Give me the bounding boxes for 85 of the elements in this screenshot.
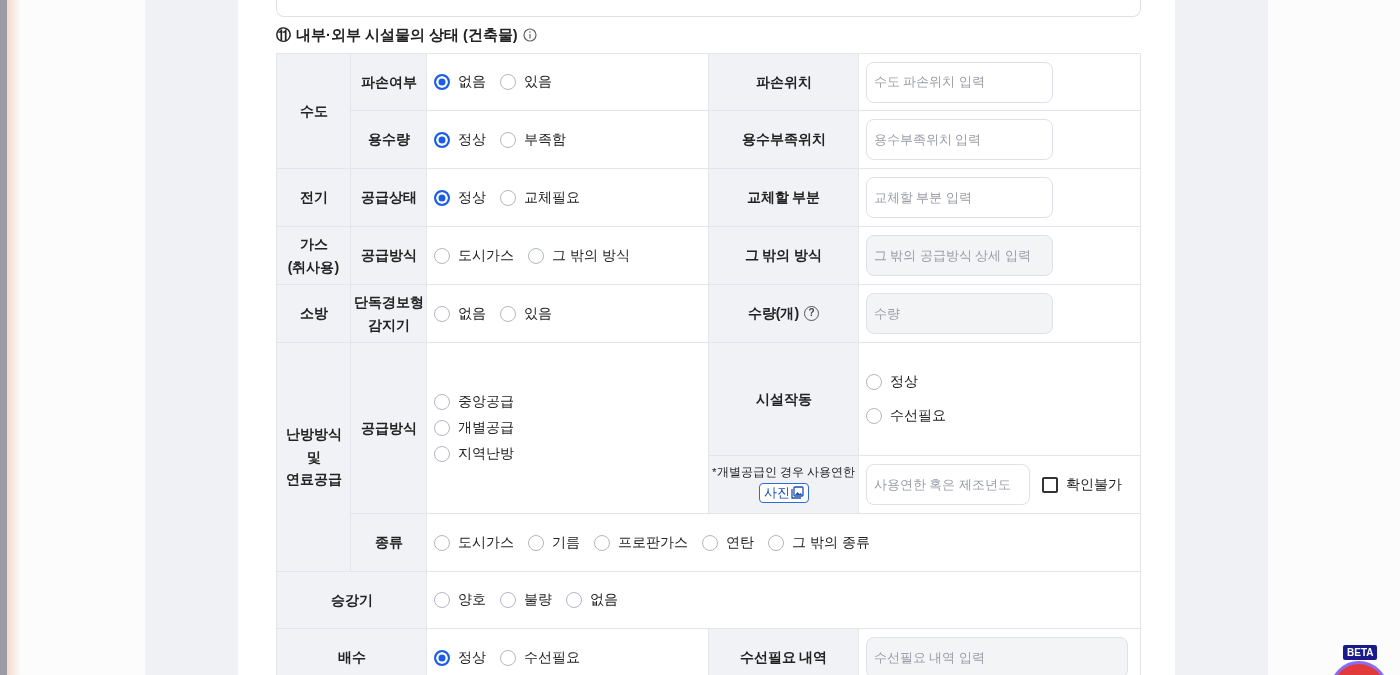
category-label: 승강기	[330, 590, 373, 610]
radio-option[interactable]: 수선필요	[866, 407, 946, 425]
radio-option[interactable]: 교체필요	[500, 188, 580, 207]
radio-option[interactable]: 프로판가스	[594, 533, 688, 552]
radio-button[interactable]	[594, 534, 610, 551]
radio-option[interactable]: 정상	[434, 648, 486, 667]
radio-button[interactable]	[500, 189, 516, 206]
item-label: 공급방식	[360, 418, 417, 438]
radio-button[interactable]	[500, 592, 516, 608]
category-label: 가스 (취사용)	[286, 235, 341, 277]
text-area[interactable]	[276, 0, 1141, 17]
radio-option[interactable]: 정상	[434, 188, 486, 207]
item-label: 단독경보형 감지기	[353, 293, 424, 335]
radio-button[interactable]	[566, 592, 582, 608]
radio-button[interactable]	[434, 446, 450, 462]
radio-option[interactable]: 없음	[434, 73, 486, 91]
radio-button[interactable]	[528, 247, 544, 264]
radio-button[interactable]	[500, 305, 516, 322]
radio-option[interactable]: 정상	[866, 373, 918, 391]
item-label: 파손여부	[360, 72, 417, 92]
category-label: 난방방식 및 연료공급	[284, 425, 343, 490]
image-icon	[790, 486, 804, 500]
radio-button[interactable]	[500, 131, 516, 148]
radio-option[interactable]: 연탄	[702, 533, 754, 552]
radio-option[interactable]: 그 밖의 종류	[768, 533, 870, 552]
radio-button[interactable]	[434, 189, 450, 206]
checkbox[interactable]	[1042, 476, 1058, 493]
field-label: 시설작동	[755, 389, 812, 409]
field-label: 교체할 부분	[746, 188, 821, 208]
radio-option[interactable]: 부족함	[500, 130, 566, 149]
category-label: 배수	[337, 648, 366, 668]
section-number: ⑪	[276, 25, 291, 45]
field-label: 용수부족위치	[741, 130, 826, 150]
radio-button[interactable]	[434, 649, 450, 666]
note-text: *개별공급인 경우 사용연한	[712, 466, 855, 481]
checkbox-option[interactable]: 확인불가	[1042, 475, 1122, 494]
field-label: 그 밖의 방식	[744, 246, 823, 266]
radio-option[interactable]: 도시가스	[434, 246, 514, 265]
radio-button[interactable]	[768, 534, 784, 551]
radio-button[interactable]	[500, 74, 516, 90]
radio-option[interactable]: 수선필요	[500, 648, 580, 667]
item-label: 용수량	[367, 130, 410, 150]
radio-option[interactable]: 도시가스	[434, 533, 514, 552]
radio-button[interactable]	[434, 305, 450, 322]
radio-button[interactable]	[434, 592, 450, 608]
text-field[interactable]: 수도 파손위치 입력	[866, 61, 1053, 103]
radio-button[interactable]	[434, 74, 450, 90]
photo-button[interactable]: 사진	[758, 483, 809, 503]
category-label: 소방	[299, 304, 328, 324]
item-label: 공급방식	[360, 246, 417, 266]
radio-button[interactable]	[434, 131, 450, 148]
radio-option[interactable]: 정상	[434, 130, 486, 149]
radio-option[interactable]: 없음	[566, 591, 618, 609]
radio-option[interactable]: 지역난방	[434, 445, 514, 463]
radio-option[interactable]: 불량	[500, 591, 552, 609]
radio-option[interactable]: 있음	[500, 73, 552, 91]
radio-option[interactable]: 기름	[528, 533, 580, 552]
item-label: 종류	[374, 533, 403, 553]
text-field[interactable]: 교체할 부분 입력	[866, 177, 1053, 218]
field-label: 수량(개)	[747, 304, 800, 324]
text-field[interactable]: 용수부족위치 입력	[866, 119, 1053, 160]
section-title: 내부·외부 시설물의 상태 (건축물)	[296, 25, 518, 45]
info-icon	[522, 28, 537, 42]
radio-button[interactable]	[500, 649, 516, 666]
radio-button[interactable]	[528, 534, 544, 551]
radio-option[interactable]: 중앙공급	[434, 393, 514, 411]
radio-button[interactable]	[434, 420, 450, 436]
radio-option[interactable]: 그 밖의 방식	[528, 246, 630, 265]
category-label: 수도	[299, 101, 328, 121]
field-label: 수선필요 내역	[739, 648, 828, 668]
radio-button[interactable]	[866, 408, 882, 424]
radio-option[interactable]: 없음	[434, 304, 486, 323]
radio-option[interactable]: 양호	[434, 591, 486, 609]
radio-option[interactable]: 있음	[500, 304, 552, 323]
radio-button[interactable]	[866, 374, 882, 390]
radio-button[interactable]	[434, 394, 450, 410]
beta-badge: BETA	[1343, 645, 1378, 660]
radio-button[interactable]	[434, 534, 450, 551]
radio-button[interactable]	[702, 534, 718, 551]
radio-option[interactable]: 개별공급	[434, 419, 514, 437]
item-label: 공급상태	[360, 188, 417, 208]
field-label: 파손위치	[755, 72, 812, 92]
text-field[interactable]: 사용연한 혹은 제조년도	[866, 464, 1030, 505]
radio-button[interactable]	[434, 247, 450, 264]
category-label: 전기	[299, 188, 328, 208]
